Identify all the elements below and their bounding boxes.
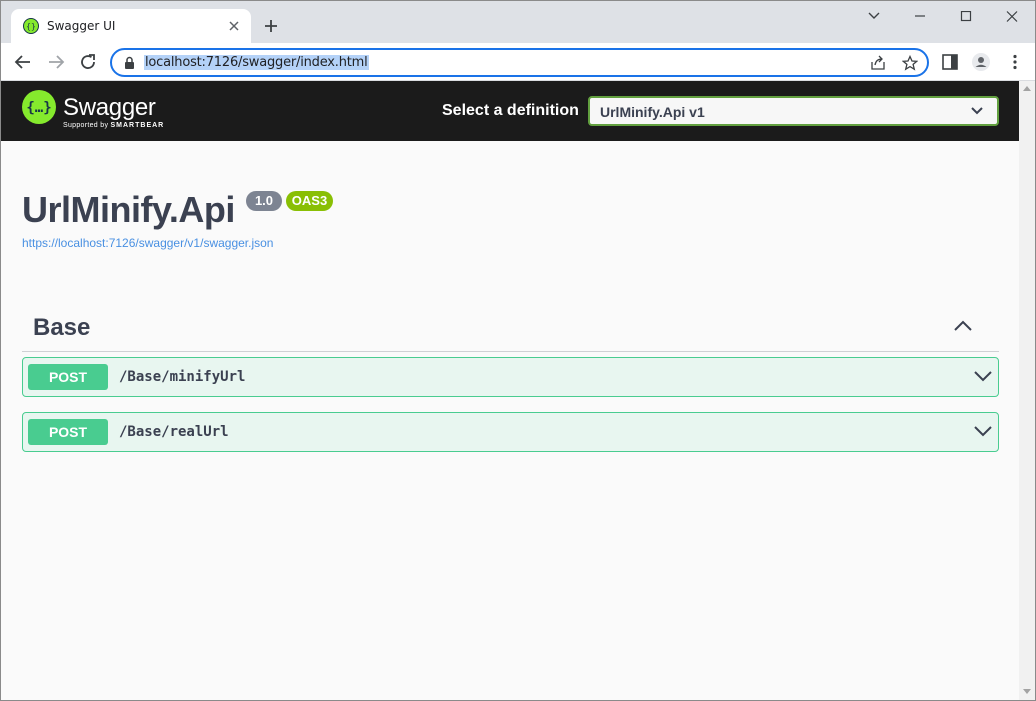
chevron-down-icon [868,12,880,19]
scroll-down-arrow-icon[interactable] [1023,689,1031,695]
tab-title: Swagger UI [47,19,116,33]
operation-path: /Base/minifyUrl [119,369,246,385]
close-icon [1006,11,1018,22]
swagger-topbar: {…} Swagger Supported by SMARTBEAR Selec… [1,81,1019,141]
reload-icon[interactable] [78,52,98,72]
swagger-favicon-icon: {} [23,18,39,34]
method-badge: POST [28,364,108,390]
close-tab-icon[interactable] [227,19,241,33]
tag-name: Base [33,314,91,341]
bookmark-star-icon[interactable] [902,55,918,71]
back-arrow-icon[interactable] [13,52,33,72]
api-title: UrlMinify.Api [22,189,235,230]
spec-link[interactable]: https://localhost:7126/swagger/v1/swagge… [22,236,273,250]
minimize-button[interactable] [897,7,943,27]
address-bar[interactable]: localhost:7126/swagger/index.html [110,48,929,77]
chevron-down-icon [971,107,983,115]
tab-strip: {} Swagger UI [1,1,1035,43]
oas-badge: OAS3 [286,191,333,211]
swagger-brand: Swagger [63,94,156,121]
new-tab-icon[interactable] [262,17,280,35]
chevron-down-icon[interactable] [973,369,993,383]
maximize-button[interactable] [943,7,989,27]
chevron-down-icon[interactable] [973,424,993,438]
browser-window: {} Swagger UI localhost:7126/swagger/ind… [0,0,1036,701]
close-window-button[interactable] [989,7,1035,27]
browser-toolbar: localhost:7126/swagger/index.html [1,43,1035,81]
browser-tab-swagger[interactable]: {} Swagger UI [11,9,251,43]
definition-select[interactable]: UrlMinify.Api v1 [588,96,999,126]
svg-text:{…}: {…} [26,100,51,116]
share-icon[interactable] [870,55,886,71]
chevron-up-icon[interactable] [953,318,973,332]
definition-selected-value: UrlMinify.Api v1 [600,104,705,120]
definition-label: Select a definition [442,102,579,119]
url-text[interactable]: localhost:7126/swagger/index.html [144,55,369,70]
tab-search-button[interactable] [851,7,897,27]
scroll-up-arrow-icon[interactable] [1023,85,1031,91]
lock-icon[interactable] [124,56,135,70]
operation-path: /Base/realUrl [119,424,229,440]
version-badge: 1.0 [246,191,282,211]
page-scrollbar[interactable] [1019,81,1035,700]
method-badge: POST [28,419,108,445]
opblock-post-realurl[interactable]: POST /Base/realUrl [22,412,999,452]
minimize-icon [915,15,925,17]
swagger-logo-icon[interactable]: {…} [21,89,57,125]
profile-avatar-icon[interactable] [972,53,990,71]
svg-text:{}: {} [26,22,36,31]
opblock-post-minifyurl[interactable]: POST /Base/minifyUrl [22,357,999,397]
more-menu-icon[interactable] [1006,53,1024,71]
swagger-brand-sub: Supported by SMARTBEAR [63,122,165,129]
side-panel-icon[interactable] [941,53,959,71]
tag-header-base[interactable]: Base [22,306,999,352]
maximize-icon [960,11,972,22]
forward-arrow-icon[interactable] [46,52,66,72]
